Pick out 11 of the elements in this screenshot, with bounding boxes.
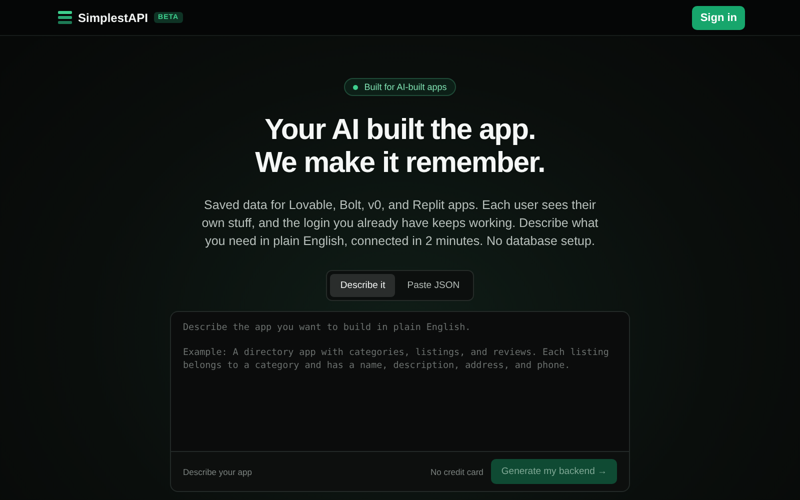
pill-text: Built for AI-built apps [364,82,447,92]
status-dot-icon [353,84,358,90]
tab[interactable]: Paste JSON [397,274,470,297]
no-credit-card-note: No credit card [430,466,484,476]
brand-name: SimplestAPI [78,10,148,24]
tab[interactable]: Describe it [330,274,396,297]
app-description-field[interactable]: Describe the app you want to build in plain English. Example: A directory app with categories, listings, and reviews. Each listing belongs to a category and has a name, description, address, and phone. [170,311,630,451]
logo-icon [58,11,72,24]
hero-title: Your AI built the app. We make it remember. [255,114,545,180]
field-hint: Describe your app [183,466,253,476]
hero-description: Saved data for Lovable, Bolt, v0, and Replit apps. Each user sees their own stuff, and the login you already have keeps working. Describe what you need in plain English, connected in 2 minutes. No database setup. [200,197,600,250]
